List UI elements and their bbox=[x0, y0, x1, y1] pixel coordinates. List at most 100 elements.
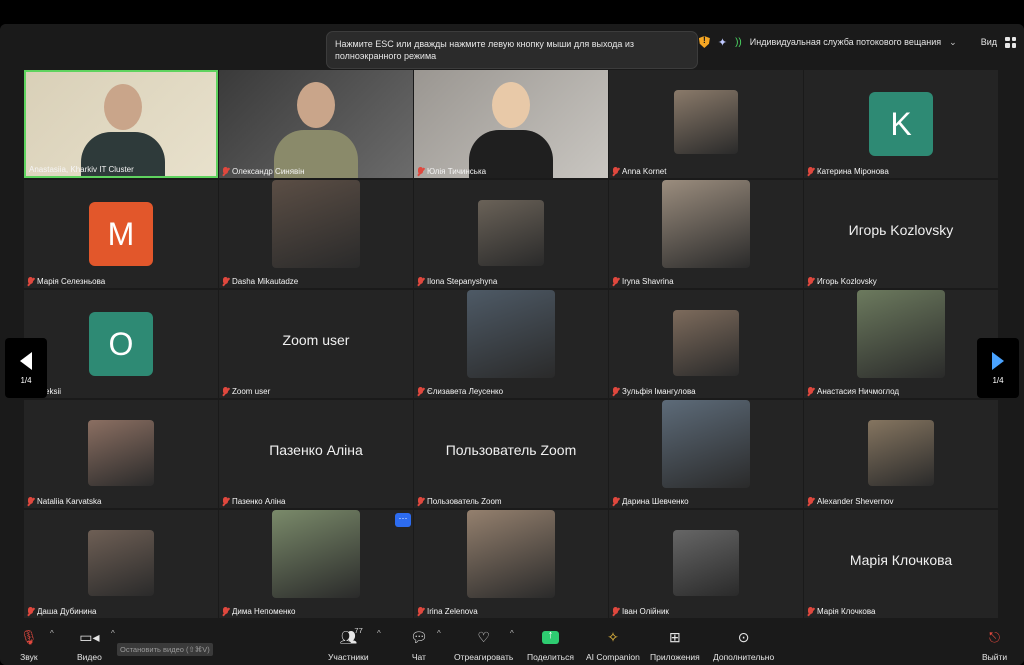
mic-off-icon: 🎙︎ bbox=[20, 628, 38, 645]
chat-button[interactable]: 💬︎ Чат bbox=[410, 627, 428, 663]
arrow-left-icon bbox=[20, 352, 32, 370]
participant-tile[interactable]: Dasha Mikautadze bbox=[219, 180, 413, 288]
participant-tile[interactable]: Пользователь Zoom Пользователь Zoom bbox=[414, 400, 608, 508]
chat-label: Чат bbox=[411, 652, 426, 662]
mic-muted-icon bbox=[27, 497, 34, 506]
participants-icon: 👥︎ 77 bbox=[339, 626, 363, 645]
mic-muted-icon bbox=[222, 167, 229, 176]
share-button[interactable]: Поделиться bbox=[527, 627, 574, 663]
participant-tile[interactable]: Игорь Kozlovsky Игорь Kozlovsky bbox=[804, 180, 998, 288]
more-label: Дополнительно bbox=[713, 652, 775, 662]
profile-photo bbox=[868, 420, 934, 486]
participants-options-caret[interactable]: ^ bbox=[377, 629, 381, 638]
participant-name-label: Пользователь Zoom bbox=[417, 497, 502, 506]
participant-tile[interactable]: Anna Kornet bbox=[609, 70, 803, 178]
mic-muted-icon bbox=[807, 607, 814, 616]
streaming-service-label[interactable]: Индивидуальная служба потокового вещания bbox=[750, 37, 941, 47]
profile-photo bbox=[662, 180, 750, 268]
participant-name: Даша Дубинина bbox=[37, 607, 97, 616]
more-icon: ⊙ bbox=[737, 628, 750, 645]
mic-muted-icon bbox=[807, 497, 814, 506]
participant-tile[interactable]: Nataliia Karvatska bbox=[24, 400, 218, 508]
participant-face bbox=[492, 82, 530, 128]
participant-tile[interactable]: Anastasiia, Kharkiv IT Cluster bbox=[24, 70, 218, 178]
participant-tile[interactable]: Irina Zelenova bbox=[414, 510, 608, 618]
exit-button[interactable]: ⎋ Выйти bbox=[982, 627, 1007, 663]
share-label: Поделиться bbox=[527, 652, 574, 662]
mic-muted-icon bbox=[612, 387, 619, 396]
participant-name: Іван Олійник bbox=[622, 607, 669, 616]
share-icon-wrap bbox=[541, 627, 559, 647]
react-button[interactable]: ♡ Отреагировать bbox=[454, 627, 513, 663]
profile-photo bbox=[272, 510, 360, 598]
camera-icon: ▭◂ bbox=[79, 628, 100, 645]
participant-name: Марія Клочкова bbox=[817, 607, 876, 616]
ai-companion-button[interactable]: ✧ AI Companion bbox=[586, 627, 640, 663]
participant-tile[interactable]: Zoom user Zoom user bbox=[219, 290, 413, 398]
mic-muted-icon bbox=[807, 277, 814, 286]
participant-name-label: Єлизавета Леусенко bbox=[417, 387, 503, 396]
video-options-caret[interactable]: ^ bbox=[111, 629, 115, 638]
participant-name-label: Іван Олійник bbox=[612, 607, 669, 616]
react-options-caret[interactable]: ^ bbox=[510, 629, 514, 638]
participant-tile[interactable]: Пазенко Аліна Пазенко Аліна bbox=[219, 400, 413, 508]
profile-photo bbox=[673, 310, 739, 376]
participant-name: Iryna Shavrina bbox=[622, 277, 674, 286]
mic-muted-icon bbox=[612, 607, 619, 616]
mic-muted-icon bbox=[222, 277, 229, 286]
audio-button[interactable]: 🎙︎ Звук bbox=[20, 627, 38, 663]
participant-tile[interactable]: Зульфія Імангулова bbox=[609, 290, 803, 398]
participant-name-label: Дарина Шевченко bbox=[612, 497, 689, 506]
chat-options-caret[interactable]: ^ bbox=[437, 629, 441, 638]
participant-tile[interactable]: M Марія Селезньова bbox=[24, 180, 218, 288]
participant-name: Юлія Тичинська bbox=[427, 167, 487, 176]
participant-name: Пазенко Аліна bbox=[232, 497, 286, 506]
audio-options-caret[interactable]: ^ bbox=[50, 629, 54, 638]
participant-tile[interactable]: Дима Непоменко bbox=[219, 510, 413, 618]
apps-icon: ⊞ bbox=[669, 628, 681, 645]
participant-tile[interactable]: Єлизавета Леусенко bbox=[414, 290, 608, 398]
participant-name: Dasha Mikautadze bbox=[232, 277, 299, 286]
profile-photo bbox=[857, 290, 945, 378]
grid-view-icon[interactable] bbox=[1005, 36, 1016, 48]
mic-muted-icon bbox=[612, 277, 619, 286]
participant-tile[interactable]: Alexander Shevernov bbox=[804, 400, 998, 508]
view-button[interactable]: Вид bbox=[981, 37, 997, 47]
chevron-down-icon[interactable]: ⌄ bbox=[949, 37, 957, 48]
meeting-toolbar: 🎙︎ Звук ^ ▭◂ Видео ^ Остановить видео (⇧… bbox=[0, 623, 1024, 665]
more-button[interactable]: ⊙ Дополнительно bbox=[713, 627, 775, 663]
apps-label: Приложения bbox=[650, 652, 700, 662]
participant-tile[interactable]: Даша Дубинина bbox=[24, 510, 218, 618]
shield-icon[interactable] bbox=[698, 36, 710, 48]
stop-video-tooltip: Остановить видео (⇧⌘V) bbox=[117, 643, 213, 656]
participant-name: Ilona Stepanyshyna bbox=[427, 277, 498, 286]
next-page-button[interactable]: 1/4 bbox=[977, 338, 1019, 398]
participant-tile[interactable]: Юлія Тичинська bbox=[414, 70, 608, 178]
tile-options-button[interactable]: ··· bbox=[395, 513, 411, 527]
participant-tile[interactable]: Анастасия Ничмоглод bbox=[804, 290, 998, 398]
arrow-right-icon bbox=[992, 352, 1004, 370]
participant-tile[interactable]: Iryna Shavrina bbox=[609, 180, 803, 288]
letter-avatar: M bbox=[89, 202, 153, 266]
participant-tile[interactable]: Олександр Синявін bbox=[219, 70, 413, 178]
participant-name: Єлизавета Леусенко bbox=[427, 387, 504, 396]
participants-button[interactable]: 👥︎ 77 Участники bbox=[328, 626, 369, 662]
participant-tile[interactable]: O Oleksii bbox=[24, 290, 218, 398]
participant-tile[interactable]: Ilona Stepanyshyna bbox=[414, 180, 608, 288]
participant-display-name: Игорь Kozlovsky bbox=[848, 222, 954, 238]
apps-button[interactable]: ⊞ Приложения bbox=[650, 627, 700, 663]
sparkle-icon[interactable]: ✦ bbox=[718, 36, 727, 49]
participants-count: 77 bbox=[354, 626, 363, 635]
participant-name-label: Дима Непоменко bbox=[222, 607, 295, 616]
video-button[interactable]: ▭◂ Видео bbox=[77, 627, 102, 663]
participant-name: Zoom user bbox=[232, 387, 271, 396]
previous-page-button[interactable]: 1/4 bbox=[5, 338, 47, 398]
mic-muted-icon bbox=[807, 167, 814, 176]
participant-tile[interactable]: Марія Клочкова Марія Клочкова bbox=[804, 510, 998, 618]
participant-tile[interactable]: K Катерина Міронова bbox=[804, 70, 998, 178]
participant-name-label: Iryna Shavrina bbox=[612, 277, 674, 286]
participant-tile[interactable]: Іван Олійник bbox=[609, 510, 803, 618]
participant-name: Олександр Синявін bbox=[232, 167, 305, 176]
participant-tile[interactable]: Дарина Шевченко bbox=[609, 400, 803, 508]
participant-name-label: Anna Kornet bbox=[612, 167, 666, 176]
